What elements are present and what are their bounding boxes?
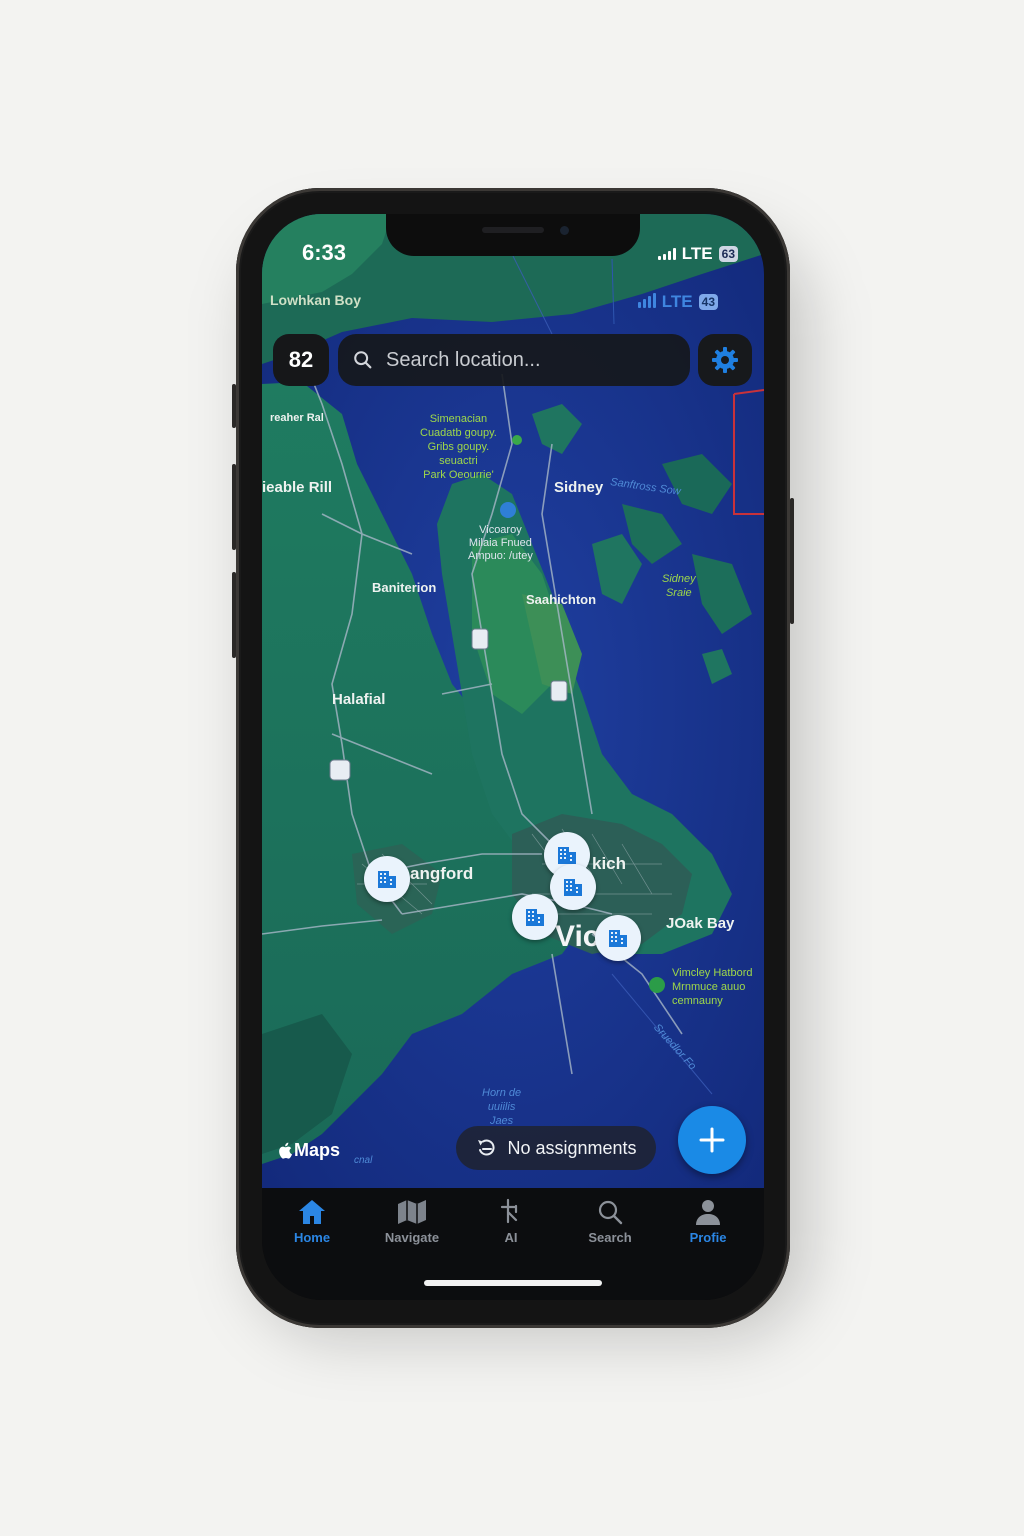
airport-label-line: Vicoaroy xyxy=(479,524,522,536)
shore-label-line: Sraie xyxy=(665,587,692,599)
front-camera xyxy=(560,226,569,235)
map-label: Saahichton xyxy=(526,592,597,607)
volume-down-button xyxy=(232,572,236,658)
map-label: reaher Ral xyxy=(270,412,324,424)
network-type: LTE xyxy=(681,244,713,263)
ai-icon xyxy=(500,1198,518,1224)
harbour-label-line: cemnauny xyxy=(672,995,723,1007)
water-label: Horn de uuiilis Jaes xyxy=(482,1086,521,1128)
park-label-line: Cuadatb goupy. xyxy=(420,427,497,439)
network-type: LTE xyxy=(661,292,693,311)
harbour-label: Vimcley Hatbord Mrnmuce auuo cemnauny xyxy=(672,966,753,1008)
maps-attribution: Maps xyxy=(278,1140,340,1161)
search-icon xyxy=(598,1200,623,1225)
location-pin[interactable] xyxy=(595,915,641,961)
tab-search[interactable]: Search xyxy=(565,1198,655,1245)
map-label: Lowhkan Boy xyxy=(270,292,362,308)
settings-button[interactable] xyxy=(698,334,752,386)
map-label: Baniterion xyxy=(372,580,437,595)
harbour-marker xyxy=(649,977,665,993)
search-icon xyxy=(354,351,372,369)
city-label: kich xyxy=(592,854,627,873)
home-icon xyxy=(299,1200,325,1224)
city-label-oak-bay: JOak Bay xyxy=(666,915,735,932)
airport-label-line: Milaia Fnued xyxy=(468,537,532,549)
park-label-line: Park Oeourrie' xyxy=(423,469,494,481)
tab-profile[interactable]: Profie xyxy=(663,1198,753,1245)
refresh-icon xyxy=(478,1139,496,1156)
tab-label: Search xyxy=(588,1230,632,1245)
volume-up-button xyxy=(232,464,236,550)
building-icon xyxy=(526,909,544,926)
location-pin[interactable] xyxy=(364,856,410,902)
map-label: ieable Rill xyxy=(262,479,333,496)
park-label-line: seuactri xyxy=(439,455,478,467)
assignments-label: No assignments xyxy=(507,1137,637,1158)
battery-icon: 63 xyxy=(718,246,738,262)
airport-label: Vicoaroy Milaia Fnued Ampuo: /utey xyxy=(468,524,533,563)
profile-icon xyxy=(696,1200,720,1225)
silent-switch xyxy=(232,384,236,428)
park-label-line: Gribs goupy. xyxy=(427,441,490,453)
location-pin[interactable] xyxy=(550,864,596,910)
city-label-victoria: Vic xyxy=(555,920,600,953)
city-label-sidney: Sidney xyxy=(554,479,604,496)
building-icon xyxy=(378,871,396,888)
tab-label: AI xyxy=(504,1230,518,1245)
notch xyxy=(386,214,640,256)
gear-icon xyxy=(712,347,738,373)
status-time: 6:33 xyxy=(302,240,347,265)
airport-label-line: Ampuo: /utey xyxy=(468,550,533,562)
search-bar[interactable] xyxy=(338,334,690,386)
shore-label-line: Sidney xyxy=(662,573,696,585)
harbour-label-line: Mrnmuce auuo xyxy=(672,981,746,993)
tab-ai[interactable]: AI xyxy=(466,1198,556,1245)
add-button[interactable] xyxy=(678,1106,746,1174)
tab-label: Navigate xyxy=(384,1230,440,1245)
assignments-pill[interactable]: No assignments xyxy=(456,1126,656,1170)
airport-marker xyxy=(500,502,516,518)
signal-icon xyxy=(637,293,656,308)
signal-icon xyxy=(657,248,676,260)
water-label-line: Horn de xyxy=(482,1087,522,1099)
home-indicator xyxy=(424,1280,602,1286)
power-button xyxy=(790,498,794,624)
ghost-status-indicators: LTE 43 xyxy=(637,292,718,312)
apple-logo-icon xyxy=(279,1142,292,1159)
city-label-halafial: Halafial xyxy=(332,691,386,708)
harbour-label-line: Vimcley Hatbord xyxy=(672,967,753,979)
water-label-line: uuiilis xyxy=(487,1101,516,1113)
shore-label: Sidney Sraie xyxy=(662,572,696,600)
search-input[interactable] xyxy=(384,347,678,373)
phone-screen: Lowhkan Boy reaher Ral ieable Rill Simen… xyxy=(262,214,764,1300)
park-label-line: Simenacian xyxy=(429,413,488,425)
tab-home[interactable]: Home xyxy=(267,1198,357,1245)
water-label: cnal xyxy=(354,1155,373,1166)
location-pin[interactable] xyxy=(512,894,558,940)
map-icon xyxy=(398,1200,426,1224)
tab-bar: Home Navigate AI Search Profie xyxy=(262,1188,764,1300)
battery-icon: 43 xyxy=(698,294,718,310)
tab-navigate[interactable]: Navigate xyxy=(367,1198,457,1245)
count-badge[interactable]: 82 xyxy=(273,334,329,386)
maps-label: Maps xyxy=(294,1140,341,1160)
plus-icon xyxy=(699,1127,725,1153)
building-icon xyxy=(609,930,627,947)
building-icon xyxy=(564,879,582,896)
tab-label: Profie xyxy=(689,1230,727,1245)
park-marker xyxy=(512,435,522,445)
status-indicators: LTE 63 xyxy=(657,244,738,264)
tab-label: Home xyxy=(293,1230,331,1245)
park-label: Simenacian Cuadatb goupy. Gribs goupy. s… xyxy=(420,412,497,482)
city-label-langford: angford xyxy=(410,864,474,883)
earpiece-speaker xyxy=(482,227,544,233)
